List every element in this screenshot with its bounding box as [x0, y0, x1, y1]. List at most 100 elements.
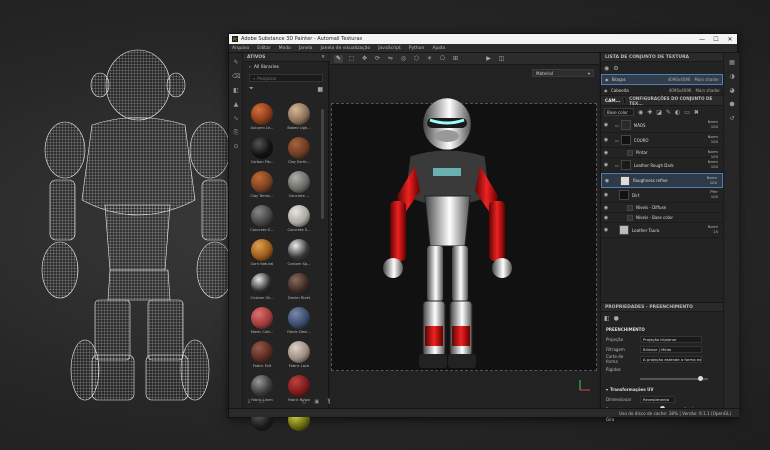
asset-search-input[interactable]: ⌕ Pesquisar — [249, 74, 323, 82]
new-folder-icon[interactable]: ▣ — [314, 399, 319, 405]
layer-row[interactable]: ◉ Níveis - Base color — [601, 213, 723, 223]
camera-icon[interactable]: ◎ — [399, 55, 408, 63]
material-icon[interactable]: ● — [614, 315, 619, 322]
rotate-icon[interactable]: ⟳ — [373, 55, 382, 63]
filter-icon[interactable]: ⏷ — [249, 85, 254, 93]
material-thumbnail[interactable]: Carbon Fib... — [245, 137, 279, 167]
light-icon[interactable]: ☀ — [425, 55, 434, 63]
close-button[interactable]: ✕ — [723, 36, 737, 43]
eye-icon[interactable]: ◉ — [604, 88, 611, 93]
layer-row[interactable]: ◉ ▭ MÃOS Norm 100 — [601, 118, 723, 133]
eye-icon[interactable]: ◉ — [601, 205, 611, 211]
bake-icon[interactable]: ⬢ — [728, 101, 736, 109]
grid-view-icon[interactable]: ▦ — [317, 86, 323, 93]
layer-blend[interactable]: Norm 15 — [708, 224, 718, 234]
layer-row[interactable]: ◉ Pintar Norm 100 — [601, 148, 723, 159]
brush-icon[interactable]: ✎ — [666, 109, 671, 116]
texture-set-row[interactable]: ◉ Braços 4096x4096 Main shader — [601, 74, 723, 85]
picker-icon[interactable]: ⊙ — [232, 143, 240, 151]
assets-close-icon[interactable]: ✕ — [321, 55, 325, 60]
texture-set-shader[interactable]: Main shader — [695, 88, 720, 93]
eye-icon[interactable]: ◉ — [601, 227, 611, 233]
minimize-button[interactable]: — — [695, 36, 709, 43]
layer-blend[interactable]: Pthr 100 — [710, 189, 718, 199]
transform-icon[interactable]: ✥ — [360, 55, 369, 63]
material-thumbnail[interactable]: Baked Ligh... — [282, 103, 316, 133]
material-thumbnail[interactable]: Custom Sh... — [245, 273, 279, 303]
menu-ajuda[interactable]: Ajuda — [432, 46, 445, 51]
layer-row[interactable]: ◉ Roughness refine Norm 100 — [601, 173, 723, 188]
texture-set-row[interactable]: ◉ Cabeeita 4096x4096 Main shader — [601, 85, 723, 96]
texture-set-shader[interactable]: Main shader — [694, 77, 719, 82]
polygon-fill-icon[interactable]: ▲ — [232, 101, 240, 109]
eye-icon[interactable]: ◉ — [601, 150, 611, 156]
layer-blend[interactable]: Norm 100 — [708, 159, 718, 169]
grid-icon[interactable]: ⊞ — [451, 55, 460, 63]
folder-icon[interactable]: ▭ — [259, 399, 264, 405]
eye-icon[interactable]: ◉ — [601, 162, 611, 168]
play-icon[interactable]: ▶ — [484, 55, 493, 63]
material-mode-select[interactable]: Material ▾ — [532, 69, 594, 77]
eye-icon[interactable]: ◉ — [604, 65, 609, 72]
material-thumbnail[interactable]: Fabric Felt — [245, 341, 279, 371]
history-icon[interactable]: ↺ — [728, 115, 736, 123]
render-icon[interactable]: ⎔ — [438, 55, 447, 63]
material-thumbnail[interactable]: Corn Natural — [245, 239, 279, 269]
mask-icon[interactable]: ◐ — [675, 109, 680, 116]
menu-modo[interactable]: Modo — [279, 46, 291, 51]
eraser-icon[interactable]: ⌫ — [232, 73, 240, 81]
import-icon[interactable]: ⇩ — [247, 399, 251, 405]
material-thumbnail[interactable]: Concrete G... — [245, 205, 279, 235]
fill-icon[interactable]: ◧ — [604, 315, 610, 322]
display-icon[interactable]: ◑ — [728, 73, 736, 81]
eye-icon[interactable]: ◉ — [601, 192, 611, 198]
add-layer-icon[interactable]: ✚ — [647, 109, 652, 116]
projection-select[interactable]: Projeção triplanar — [640, 335, 702, 343]
texture-set-icon[interactable]: ▦ — [728, 59, 736, 67]
material-thumbnail[interactable]: Clay Earth... — [282, 137, 316, 167]
layer-row[interactable]: ◉ ▭ Leather Rough Dark Norm 100 — [601, 158, 723, 173]
screenshot-icon[interactable]: ◫ — [497, 55, 506, 63]
cube-icon[interactable]: ⬡ — [412, 55, 421, 63]
menu-editar[interactable]: Editar — [257, 46, 270, 51]
material-thumbnail[interactable]: Concrete S... — [282, 205, 316, 235]
menu-arquivo[interactable]: Arquivo — [232, 46, 249, 51]
layer-row[interactable]: ◉ Dirt Pthr 100 — [601, 188, 723, 203]
brush-icon[interactable]: ✎ — [232, 59, 240, 67]
layer-row[interactable]: ◉ Níveis - Diffuse — [601, 203, 723, 213]
maximize-button[interactable]: ☐ — [709, 36, 723, 43]
eye-icon[interactable]: ◉ — [601, 215, 611, 221]
eye-icon[interactable]: ◉ — [638, 109, 643, 116]
libraries-selector[interactable]: › All libraries — [243, 62, 329, 72]
material-thumbnail[interactable]: Autumn Le... — [245, 103, 279, 133]
assets-scrollbar[interactable] — [321, 109, 324, 219]
symmetry-icon[interactable]: ⇋ — [386, 55, 395, 63]
uv-section-title[interactable]: ▾ Transformações UV — [601, 384, 724, 394]
eye-icon[interactable]: ◉ — [605, 77, 612, 82]
tab-layers[interactable]: CAM... — [601, 98, 626, 103]
slider-handle[interactable] — [698, 376, 703, 381]
menu-python[interactable]: Python — [409, 46, 425, 51]
shader-icon[interactable]: ◕ — [728, 87, 736, 95]
menu-janela[interactable]: Janela — [299, 46, 313, 51]
paint-mode-icon[interactable]: ✎ — [334, 54, 343, 63]
projection-icon[interactable]: ◧ — [232, 87, 240, 95]
layer-row[interactable]: ◉ Leather Tauro Norm 15 — [601, 223, 723, 238]
eye-icon[interactable]: ◉ — [602, 178, 612, 184]
channel-select[interactable]: Base color — [604, 108, 634, 116]
tab-texture-set-settings[interactable]: CONFIGURAÇÕES DO CONJUNTO DE TEX... — [625, 96, 723, 106]
eye-icon[interactable]: ◉ — [601, 122, 611, 128]
eye-icon[interactable]: ◉ — [601, 137, 611, 143]
clone-icon[interactable]: ⎘ — [232, 129, 240, 137]
layer-blend[interactable]: Norm 100 — [708, 134, 718, 144]
material-thumbnail[interactable]: Clay Terrac... — [245, 171, 279, 201]
material-thumbnail[interactable]: Fabric Cott... — [245, 307, 279, 337]
folder-icon[interactable]: ▭ — [684, 109, 690, 116]
settings-icon[interactable]: ○ — [302, 399, 306, 405]
shape-cut-select[interactable]: A projeção estende a forma externa — [640, 355, 702, 363]
menu-javascript[interactable]: JavaScript — [378, 46, 401, 51]
layer-blend[interactable]: Norm 100 — [707, 175, 717, 185]
layer-blend[interactable]: Norm 100 — [708, 119, 718, 129]
add-fill-icon[interactable]: ◪ — [656, 109, 662, 116]
settings-icon[interactable]: ⚙ — [613, 65, 618, 72]
